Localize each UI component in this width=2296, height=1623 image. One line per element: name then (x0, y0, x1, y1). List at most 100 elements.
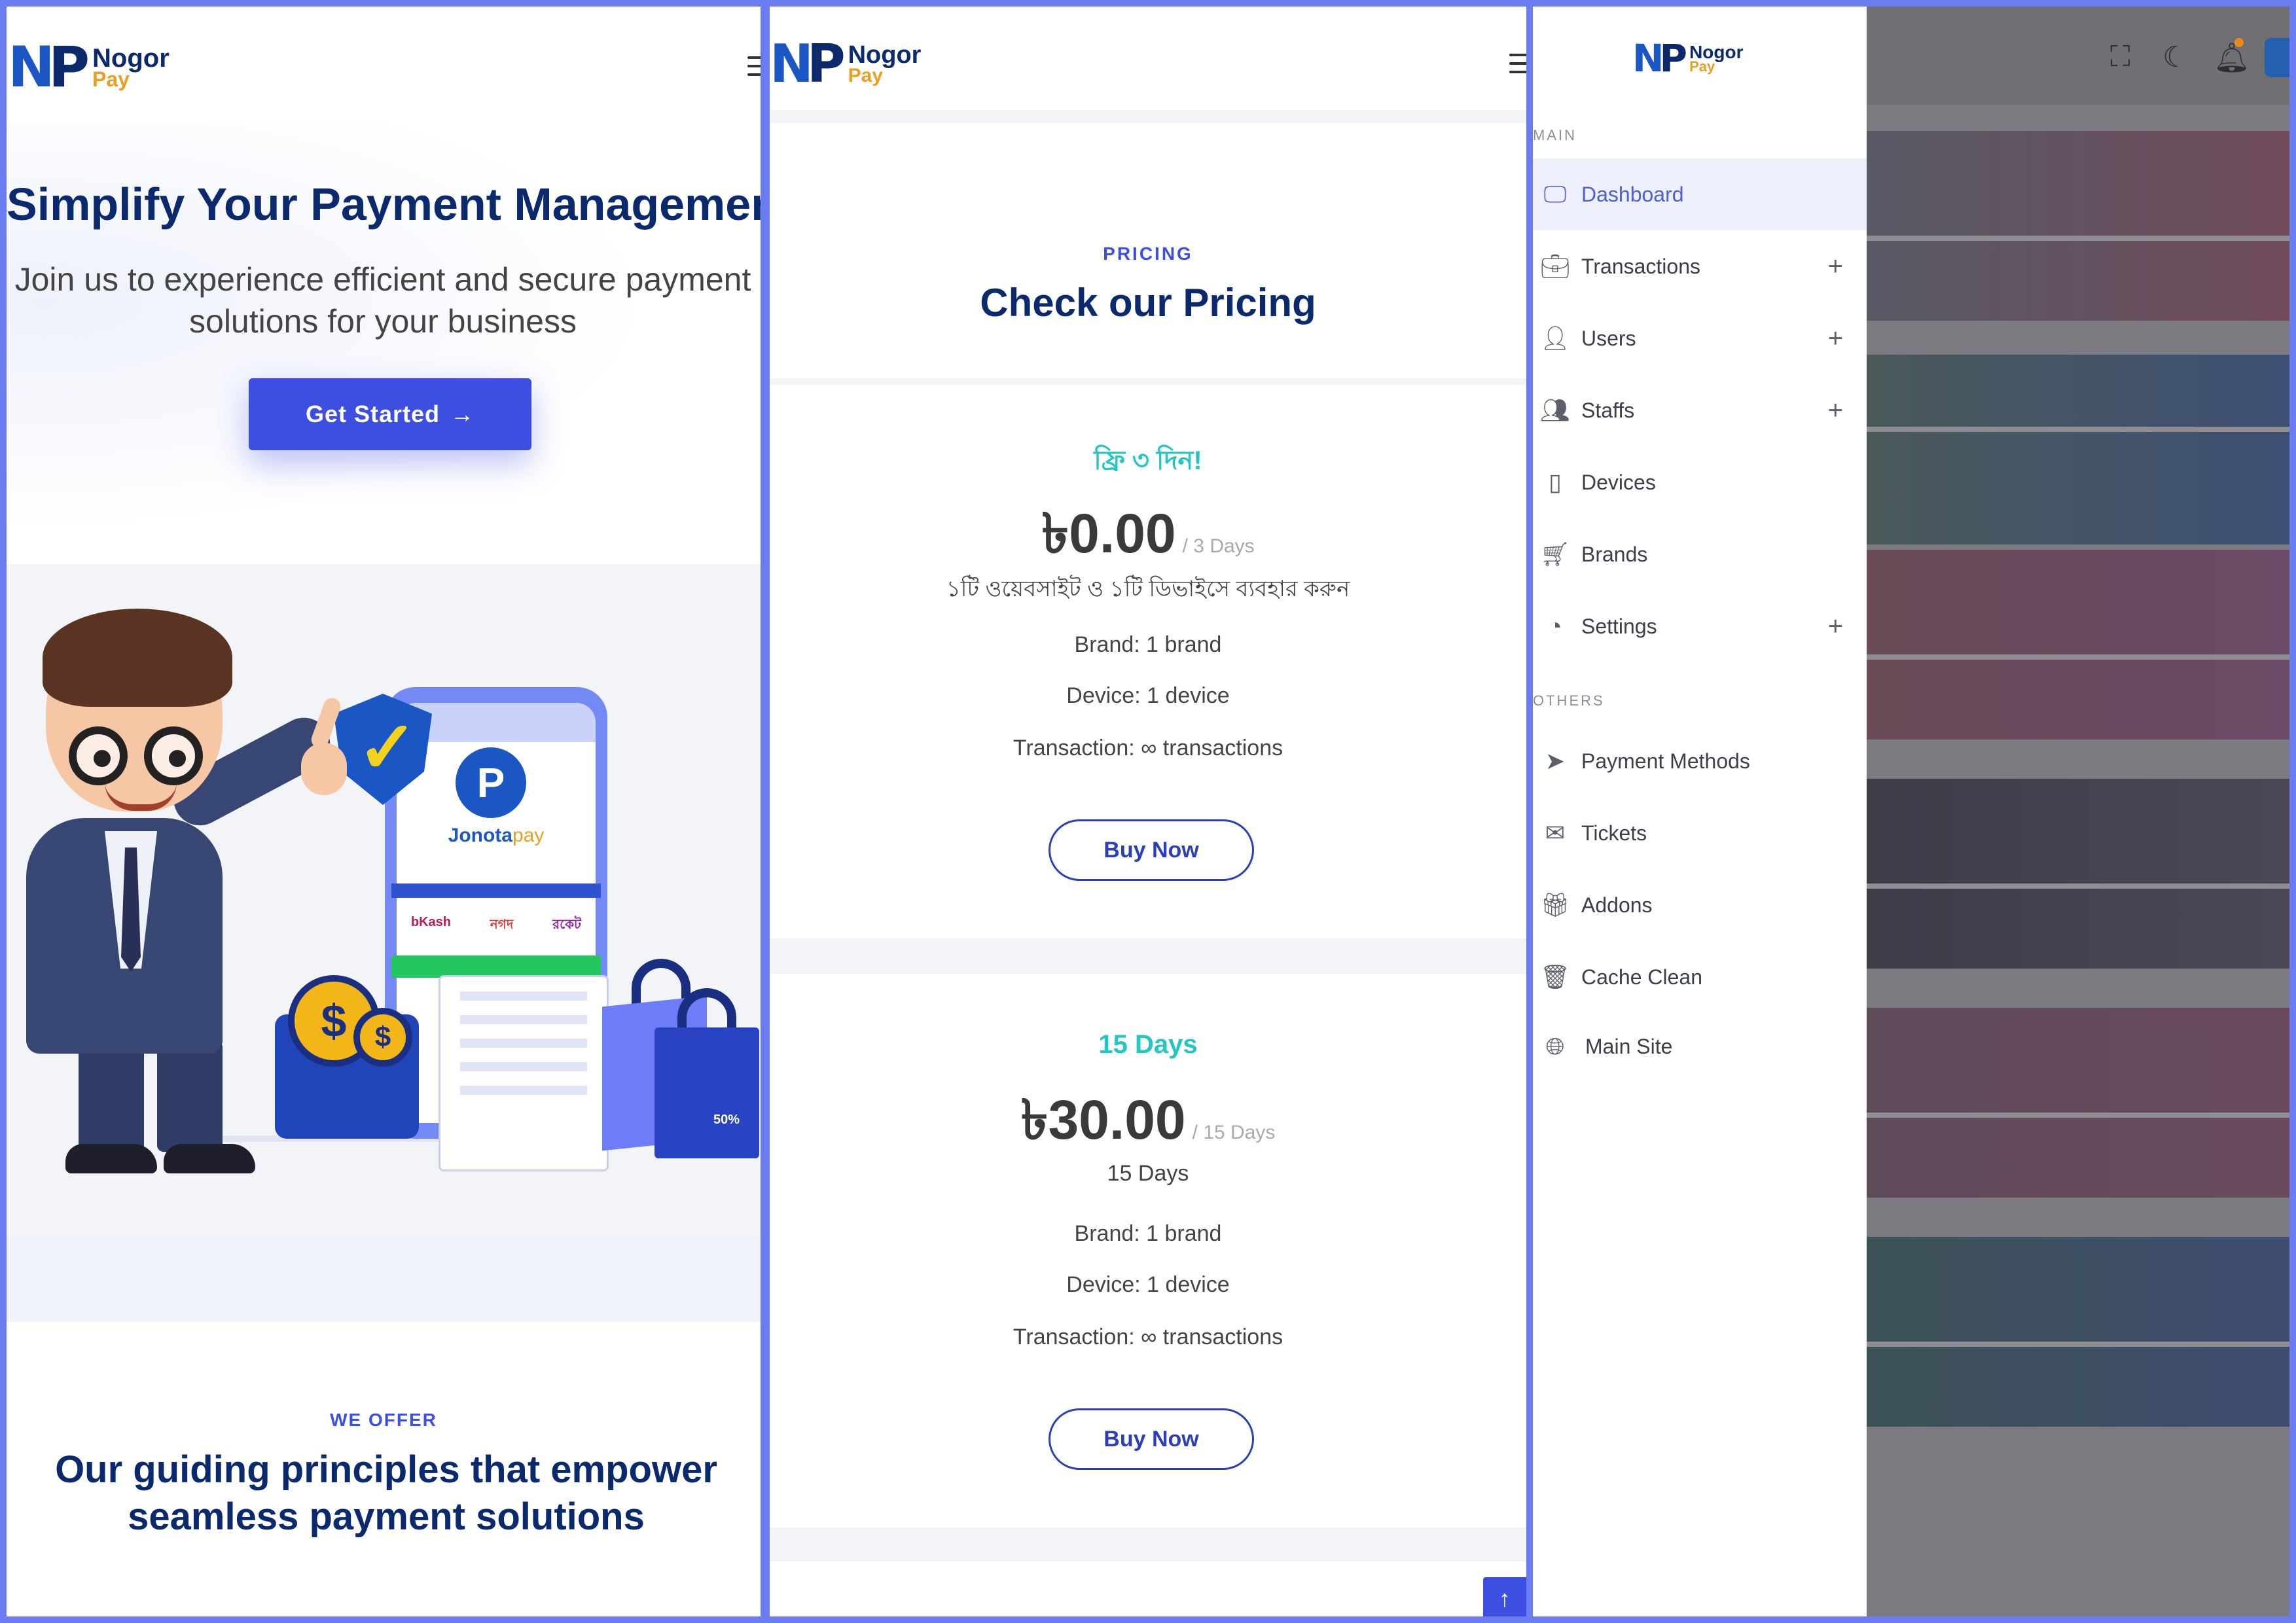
users-icon: 👥︎ (1540, 397, 1570, 423)
shopping-bag-icon: 50% (655, 1027, 759, 1158)
logo-word-2: Pay (1689, 58, 1715, 75)
arrow-up-icon: ↑ (1499, 1585, 1511, 1612)
fullscreen-icon[interactable]: ⛶ (2110, 41, 2130, 73)
get-started-button[interactable]: Get Started → (249, 378, 531, 450)
pricing-card: ফ্রি ৩ দিন! ৳0.00 / 3 Days ১টি ওয়েবসাইট … (770, 385, 1526, 938)
plan-price-amount: ৳30.00 (1020, 1089, 1186, 1150)
admin-dashboard-panel: ⛶ ☾ 🔔︎ NP Nogor Pay MAIN 🖵︎ Dashboard 💼︎… (1533, 7, 2289, 1616)
dimmed-card (1867, 1008, 2289, 1198)
sidebar-item-label: Payment Methods (1581, 749, 1750, 773)
scroll-to-top-button[interactable]: ↑ (1483, 1577, 1526, 1616)
pricing-page-panel: NP Nogor Pay PRICING Check our Pricing ফ… (770, 7, 1526, 1616)
logo-mark-n: N (770, 33, 814, 94)
sidebar-item-brands[interactable]: 🛒︎ Brands (1533, 518, 1867, 590)
plan-device: Device: 1 device (1066, 1272, 1230, 1297)
app-mark: P (456, 747, 526, 818)
trash-icon: 🗑︎ (1540, 963, 1570, 990)
pricing-card: 15 Days ৳30.00 / 15 Days 15 Days Brand: 1… (770, 974, 1526, 1527)
sidebar-item-tickets[interactable]: ✉ Tickets (1533, 797, 1867, 869)
monitor-icon: 🖵︎ (1543, 180, 1567, 207)
dimmed-card (1867, 550, 2289, 740)
gift-icon: 🎁︎ (1540, 891, 1570, 918)
logo-word-1: Nogor (848, 41, 922, 69)
moon-icon[interactable]: ☾ (2162, 41, 2188, 74)
sidebar-item-devices[interactable]: ▯ Devices (1533, 446, 1867, 518)
logo-mark: NP (770, 38, 846, 90)
notification-dot (2234, 38, 2244, 47)
sidebar-item-label: Tickets (1581, 821, 1647, 845)
logo-mark-p: P (48, 35, 90, 100)
plan-brand: Brand: 1 brand (1074, 632, 1222, 657)
wallet-bkash: bKash (410, 915, 452, 929)
next-section (770, 1561, 1526, 1616)
sidebar-item-transactions[interactable]: 💼︎ Transactions + (1533, 230, 1867, 302)
sidebar-item-label: Users (1581, 326, 1636, 350)
logo-mark-n: N (1632, 36, 1664, 80)
brand-logo[interactable]: NP Nogor Pay (8, 39, 170, 96)
sidebar-group-others: OTHERS (1533, 692, 1605, 709)
plan-description: 15 Days (1107, 1161, 1189, 1186)
sidebar-item-settings[interactable]: ◔ Settings + (1533, 590, 1867, 662)
sidebar-item-main-site[interactable]: 🌐︎ Main Site (1533, 1010, 1867, 1082)
site-header: NP Nogor Pay (770, 7, 1526, 110)
buy-now-button[interactable]: Buy Now (1049, 1408, 1254, 1470)
user-icon: 👤︎ (1540, 325, 1570, 351)
sidebar-item-cache-clean[interactable]: 🗑︎ Cache Clean (1533, 941, 1867, 1013)
sidebar-item-addons[interactable]: 🎁︎ Addons (1533, 869, 1867, 941)
sidebar-item-payment-methods[interactable]: ➤ Payment Methods (1533, 725, 1867, 797)
avatar[interactable] (2265, 38, 2289, 77)
logo-word-1: Nogor (1689, 41, 1744, 62)
briefcase-icon: 💼︎ (1540, 253, 1570, 279)
sidebar-item-users[interactable]: 👤︎ Users + (1533, 302, 1867, 374)
plan-price: ৳0.00 / 3 Days (770, 491, 1526, 583)
sidebar-item-label: Main Site (1585, 1034, 1673, 1058)
plan-name: ফ্রি ৩ দিন! (1094, 446, 1202, 475)
logo-wordmark: Nogor Pay (1689, 41, 1744, 75)
sidebar-item-dashboard[interactable]: 🖵︎ Dashboard (1533, 158, 1867, 230)
logo-word-1: Nogor (92, 43, 170, 73)
receipt-illustration (439, 975, 609, 1171)
logo-mark: NP (8, 39, 90, 96)
smartphone-icon: ▯ (1549, 469, 1562, 495)
dimmed-card (1867, 779, 2289, 969)
menu-icon[interactable] (747, 56, 761, 76)
expand-icon[interactable]: + (1828, 324, 1843, 353)
hero-title: Simplify Your Payment Management (7, 179, 761, 230)
sidebar-item-label: Settings (1581, 614, 1657, 638)
buy-now-button[interactable]: Buy Now (1049, 819, 1254, 881)
dimmed-card (1867, 355, 2289, 544)
offer-kicker: WE OFFER (330, 1410, 437, 1430)
sidebar-item-label: Addons (1581, 893, 1653, 917)
sidebar-item-label: Brands (1581, 542, 1648, 566)
expand-icon[interactable]: + (1828, 252, 1843, 281)
menu-icon[interactable] (1509, 54, 1526, 73)
brand-logo[interactable]: NP Nogor Pay (770, 38, 921, 90)
plan-price: ৳30.00 / 15 Days (770, 1077, 1526, 1169)
plan-transaction: Transaction: ∞ transactions (1013, 1325, 1283, 1349)
plan-brand: Brand: 1 brand (1074, 1221, 1222, 1246)
expand-icon[interactable]: + (1828, 396, 1843, 425)
logo-mark: NP (1632, 36, 1687, 80)
globe-icon: 🌐︎ (1545, 1032, 1565, 1060)
app-name-1: Jonota (448, 825, 512, 846)
sidebar-item-staffs[interactable]: 👥︎ Staffs + (1533, 374, 1867, 446)
plan-name: 15 Days (1098, 1030, 1198, 1059)
plan-period: / 15 Days (1192, 1122, 1276, 1143)
plan-transaction: Transaction: ∞ transactions (1013, 736, 1283, 760)
sidebar: NP Nogor Pay MAIN 🖵︎ Dashboard 💼︎ Transa… (1533, 7, 1867, 1616)
bell-icon[interactable]: 🔔︎ (2214, 41, 2250, 75)
send-icon: ➤ (1545, 747, 1566, 774)
sidebar-item-label: Transactions (1581, 254, 1700, 278)
pie-chart-icon: ◔ (1548, 613, 1562, 639)
logo-wordmark: Nogor Pay (848, 41, 922, 85)
logo-mark-n: N (8, 35, 55, 100)
plan-description: ১টি ওয়েবসাইট ও ১টি ডিভাইসে ব্যবহার করুন (946, 577, 1350, 601)
sidebar-item-label: Cache Clean (1581, 965, 1702, 989)
dimmed-card (1867, 131, 2289, 321)
pricing-kicker: PRICING (1103, 243, 1193, 264)
expand-icon[interactable]: + (1828, 612, 1843, 641)
bag-badge: 50% (713, 1113, 740, 1127)
logo-mark-p: P (806, 33, 846, 94)
brand-logo[interactable]: NP Nogor Pay (1632, 39, 1744, 77)
app-name: Jonotapay (385, 825, 607, 847)
